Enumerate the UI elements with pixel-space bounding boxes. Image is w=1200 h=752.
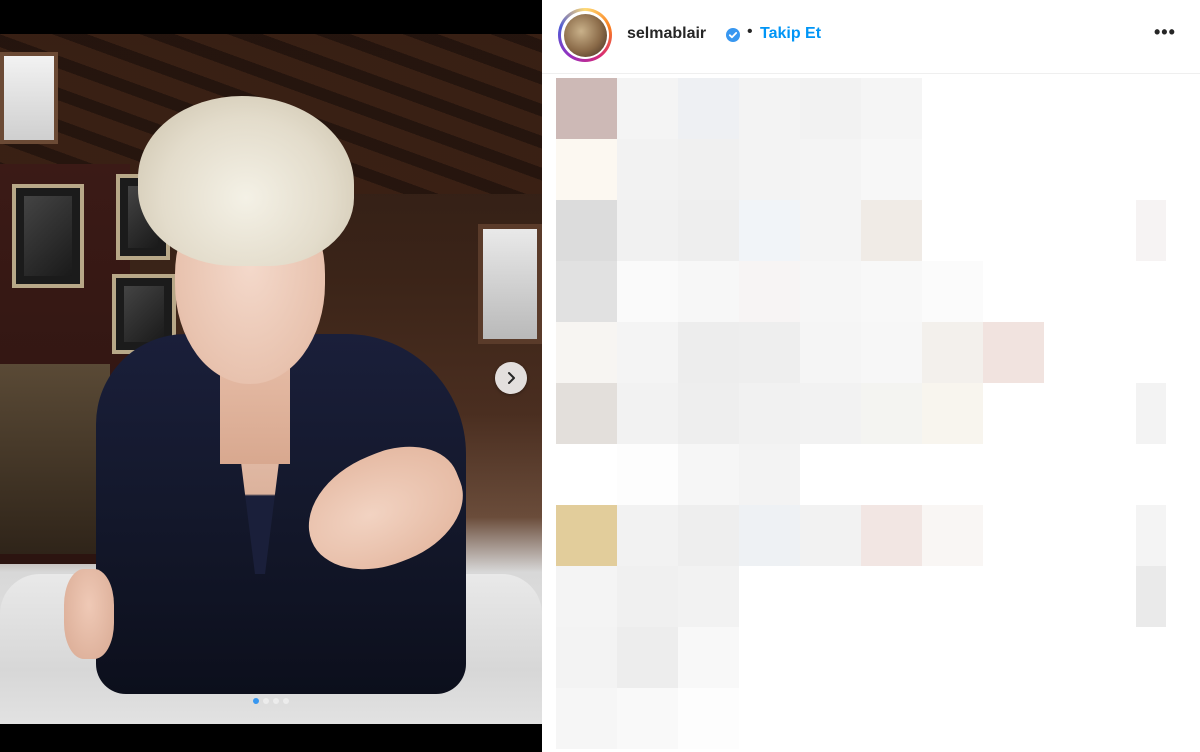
pixelated-cell	[556, 566, 617, 627]
pixelated-cell	[678, 444, 739, 505]
pixelated-cell	[678, 566, 739, 627]
pixelated-cell	[922, 322, 983, 383]
pixelated-cell	[617, 444, 678, 505]
pixelated-cell	[617, 78, 678, 139]
pixelated-cell	[556, 627, 617, 688]
pixelated-cell	[678, 383, 739, 444]
pixelated-cell	[556, 139, 617, 200]
carousel-indicator	[0, 698, 542, 704]
avatar-story-ring[interactable]	[558, 8, 612, 62]
pixelated-cell	[678, 200, 739, 261]
pixelated-cell	[739, 139, 800, 200]
photo-shelf	[0, 364, 110, 554]
photo-window-left	[0, 52, 58, 144]
pixelated-cell	[800, 322, 861, 383]
pixelated-cell	[1136, 200, 1166, 261]
pixelated-cell	[922, 505, 983, 566]
pixelated-cell	[861, 200, 922, 261]
pixelated-cell	[556, 322, 617, 383]
avatar[interactable]	[563, 13, 607, 57]
pixelated-cell	[678, 261, 739, 322]
post-media-viewer	[0, 0, 542, 752]
pixelated-cell	[861, 383, 922, 444]
carousel-dot	[273, 698, 279, 704]
pixelated-cell	[861, 505, 922, 566]
pixelated-cell	[861, 261, 922, 322]
comments-area-pixelated	[556, 78, 1196, 752]
photo-person-hair	[138, 96, 354, 266]
verified-badge-icon	[726, 28, 740, 42]
pixelated-cell	[800, 261, 861, 322]
pixelated-cell	[800, 139, 861, 200]
carousel-dot	[253, 698, 259, 704]
pixelated-cell	[983, 322, 1044, 383]
carousel-dot	[283, 698, 289, 704]
chevron-right-icon	[508, 372, 515, 384]
pixelated-cell	[800, 505, 861, 566]
pixelated-cell	[739, 261, 800, 322]
pixelated-cell	[739, 78, 800, 139]
pixelated-cell	[556, 444, 617, 505]
pixelated-cell	[800, 78, 861, 139]
photo-person-left-hand	[64, 569, 114, 659]
pixelated-cell	[739, 200, 800, 261]
pixelated-cell	[617, 505, 678, 566]
pixelated-cell	[861, 78, 922, 139]
carousel-dot	[263, 698, 269, 704]
pixelated-cell	[800, 200, 861, 261]
pixelated-cell	[1136, 566, 1166, 627]
pixelated-cell	[617, 322, 678, 383]
more-options-icon[interactable]: •••	[1154, 22, 1176, 43]
pixelated-cell	[678, 78, 739, 139]
post-header: selmablair • Takip Et •••	[542, 0, 1200, 74]
pixelated-cell	[739, 322, 800, 383]
pixelated-cell	[1136, 383, 1166, 444]
pixelated-cell	[556, 505, 617, 566]
pixelated-cell	[739, 444, 800, 505]
pixelated-cell	[617, 139, 678, 200]
carousel-next-button[interactable]	[495, 362, 527, 394]
follow-button[interactable]: Takip Et	[760, 25, 821, 43]
pixelated-cell	[617, 200, 678, 261]
pixelated-cell	[556, 200, 617, 261]
pixelated-cell	[739, 383, 800, 444]
pixelated-cell	[617, 566, 678, 627]
pixelated-cell	[678, 688, 739, 749]
pixelated-cell	[678, 627, 739, 688]
pixelated-cell	[922, 383, 983, 444]
pixelated-cell	[922, 261, 983, 322]
pixelated-cell	[800, 383, 861, 444]
pixelated-cell	[1136, 505, 1166, 566]
pixelated-cell	[617, 688, 678, 749]
pixelated-cell	[617, 627, 678, 688]
post-side-panel: selmablair • Takip Et •••	[542, 0, 1200, 752]
pixelated-cell	[617, 261, 678, 322]
pixelated-cell	[678, 505, 739, 566]
post-photo	[0, 34, 542, 724]
pixelated-cell	[556, 688, 617, 749]
pixelated-cell	[678, 322, 739, 383]
pixelated-cell	[556, 383, 617, 444]
pixelated-cell	[861, 322, 922, 383]
username-link[interactable]: selmablair	[627, 25, 706, 43]
pixelated-cell	[556, 78, 617, 139]
pixelated-cell	[861, 139, 922, 200]
pixelated-cell	[556, 261, 617, 322]
photo-frame-1	[12, 184, 84, 288]
pixelated-cell	[678, 139, 739, 200]
header-separator: •	[747, 23, 753, 40]
pixelated-cell	[739, 505, 800, 566]
photo-window-right	[478, 224, 542, 344]
pixelated-cell	[617, 383, 678, 444]
